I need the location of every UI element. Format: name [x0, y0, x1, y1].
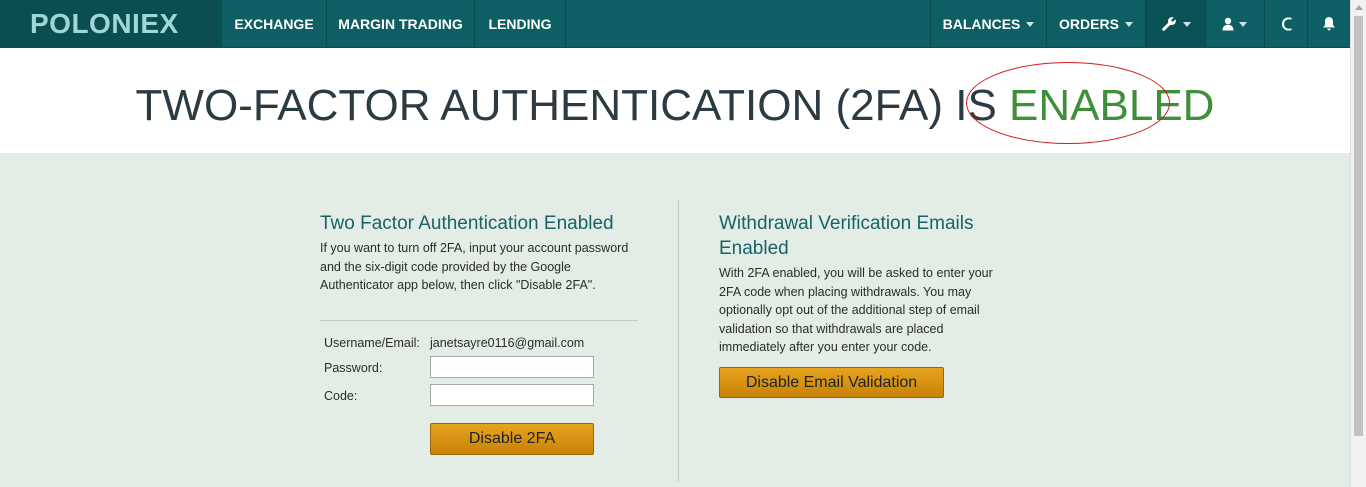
section-divider: [320, 320, 638, 321]
username-value: janetsayre0116@gmail.com: [430, 336, 585, 350]
moon-icon: [1281, 17, 1292, 31]
chevron-down-icon: [1183, 22, 1191, 27]
top-navbar: POLONIEX EXCHANGE MARGIN TRADING LENDING…: [0, 0, 1350, 48]
tools-dropdown[interactable]: [1146, 0, 1205, 48]
password-field[interactable]: [430, 356, 594, 378]
theme-toggle[interactable]: [1264, 0, 1307, 48]
code-field[interactable]: [430, 384, 594, 406]
scroll-up-arrow-icon[interactable]: [1355, 5, 1363, 10]
two-factor-description: If you want to turn off 2FA, input your …: [320, 241, 629, 292]
disable-email-validation-button[interactable]: Disable Email Validation: [719, 367, 944, 398]
nav-balances-label: BALANCES: [942, 16, 1021, 32]
nav-orders-dropdown[interactable]: ORDERS: [1047, 0, 1146, 48]
withdrawal-description: With 2FA enabled, you will be asked to e…: [719, 266, 993, 354]
page: POLONIEX EXCHANGE MARGIN TRADING LENDING…: [0, 0, 1350, 487]
chevron-down-icon: [1026, 21, 1035, 27]
two-factor-section-title: Two Factor Authentication Enabled: [320, 213, 614, 234]
nav-margin-trading[interactable]: MARGIN TRADING: [327, 0, 475, 48]
disable-2fa-button[interactable]: Disable 2FA: [430, 423, 594, 455]
nav-orders-label: ORDERS: [1059, 16, 1119, 32]
chevron-down-icon: [1124, 21, 1133, 27]
annotation-circle: [966, 62, 1170, 144]
username-label: Username/Email:: [324, 336, 420, 350]
nav-balances-dropdown[interactable]: BALANCES: [930, 0, 1047, 48]
logo[interactable]: POLONIEX: [0, 0, 222, 48]
wrench-icon: [1162, 17, 1176, 31]
panel-divider: [678, 200, 679, 482]
scrollbar-thumb[interactable]: [1354, 16, 1363, 436]
account-dropdown[interactable]: [1205, 0, 1264, 48]
notifications-button[interactable]: [1307, 0, 1350, 48]
nav-exchange[interactable]: EXCHANGE: [222, 0, 327, 48]
withdrawal-section-title: Withdrawal Verification Emails Enabled: [719, 213, 974, 259]
nav-lending[interactable]: LENDING: [475, 0, 566, 48]
chevron-down-icon: [1239, 22, 1247, 27]
logo-text: POLONIEX: [30, 8, 179, 39]
code-label: Code:: [324, 389, 358, 403]
vertical-scrollbar[interactable]: [1350, 0, 1366, 487]
page-title-prefix: TWO-FACTOR AUTHENTICATION (2FA) IS: [135, 81, 1010, 130]
user-icon: [1222, 17, 1234, 31]
bell-icon: [1323, 17, 1335, 31]
password-label: Password:: [324, 361, 383, 375]
